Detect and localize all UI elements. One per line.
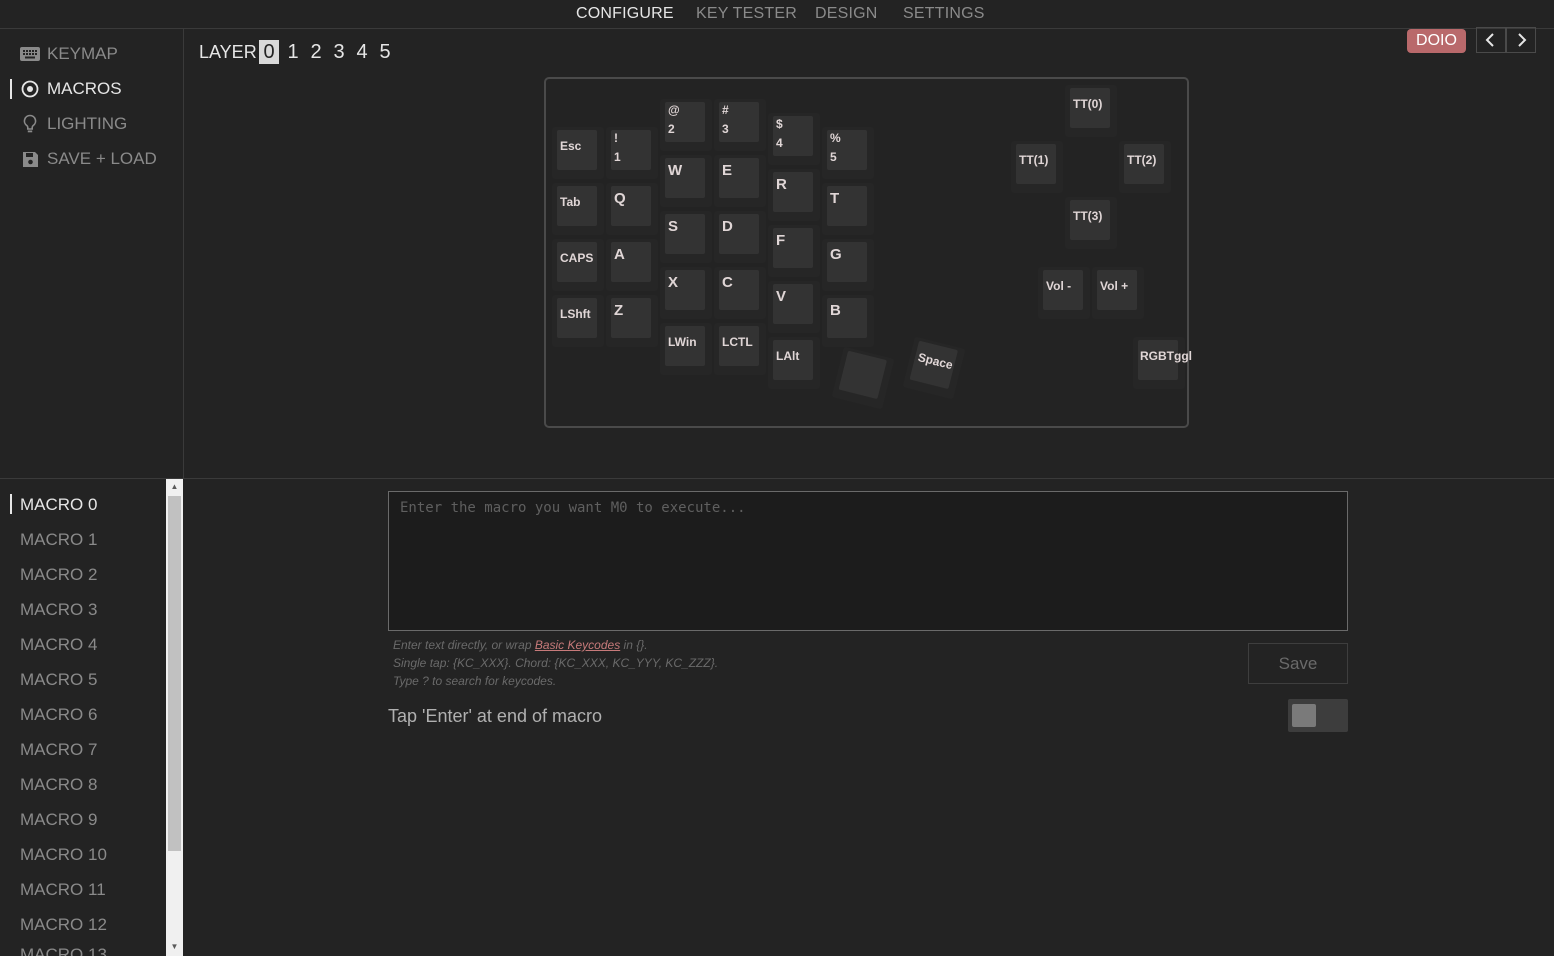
keyboard-icon	[20, 44, 40, 64]
key-5[interactable]: % 5	[822, 127, 874, 179]
save-button[interactable]: Save	[1248, 643, 1348, 684]
key-x[interactable]: X	[660, 267, 712, 319]
key-tt3[interactable]: TT(3)	[1065, 197, 1117, 249]
layer-label: LAYER	[199, 42, 257, 62]
chevron-right-icon	[1515, 31, 1527, 51]
macro-item-0[interactable]: MACRO 0	[20, 495, 97, 515]
layer-1-button[interactable]: 1	[283, 40, 303, 64]
key-z[interactable]: Z	[606, 295, 658, 347]
macro-item-6[interactable]: MACRO 6	[20, 705, 97, 725]
macro-list: MACRO 0 MACRO 1 MACRO 2 MACRO 3 MACRO 4 …	[0, 479, 166, 956]
layer-5-button[interactable]: 5	[375, 40, 395, 64]
tab-settings[interactable]: SETTINGS	[903, 5, 985, 23]
floppy-disk-icon	[20, 149, 40, 169]
key-vol-down[interactable]: Vol -	[1038, 267, 1090, 319]
key-lctl[interactable]: LCTL	[714, 323, 766, 375]
scroll-up-icon[interactable]: ▲	[166, 480, 183, 494]
key-f[interactable]: F	[768, 225, 820, 277]
enter-toggle[interactable]	[1288, 699, 1348, 732]
next-device-button[interactable]	[1506, 27, 1536, 53]
tab-design[interactable]: DESIGN	[815, 5, 878, 23]
top-nav-bar: CONFIGURE KEY TESTER DESIGN SETTINGS	[0, 0, 1554, 29]
record-icon	[20, 79, 40, 99]
key-c[interactable]: C	[714, 267, 766, 319]
sidebar-item-keymap[interactable]: KEYMAP	[20, 42, 118, 66]
key-tt0[interactable]: TT(0)	[1065, 85, 1117, 137]
macro-item-1[interactable]: MACRO 1	[20, 530, 97, 550]
macro-item-3[interactable]: MACRO 3	[20, 600, 97, 620]
sidebar-item-lighting[interactable]: LIGHTING	[20, 112, 127, 136]
layer-2-button[interactable]: 2	[306, 40, 326, 64]
layer-4-button[interactable]: 4	[352, 40, 372, 64]
key-s[interactable]: S	[660, 211, 712, 263]
key-w[interactable]: W	[660, 155, 712, 207]
macro-item-13[interactable]: MACRO 13	[20, 945, 107, 956]
key-caps[interactable]: CAPS	[552, 239, 604, 291]
prev-device-button[interactable]	[1476, 27, 1506, 53]
key-3[interactable]: # 3	[714, 99, 766, 151]
key-e[interactable]: E	[714, 155, 766, 207]
macro-item-2[interactable]: MACRO 2	[20, 565, 97, 585]
enter-toggle-label: Tap 'Enter' at end of macro	[388, 706, 602, 726]
layer-3-button[interactable]: 3	[329, 40, 349, 64]
tab-configure[interactable]: CONFIGURE	[576, 5, 674, 23]
macro-editor-input[interactable]: Enter the macro you want M0 to execute..…	[388, 491, 1348, 631]
sidebar-item-label: SAVE + LOAD	[47, 149, 157, 168]
device-badge: DOIO	[1407, 29, 1466, 53]
layer-0-button[interactable]: 0	[259, 40, 279, 64]
key-g[interactable]: G	[822, 239, 874, 291]
key-t[interactable]: T	[822, 183, 874, 235]
macro-hint-line-1: Enter text directly, or wrap Basic Keyco…	[393, 638, 648, 652]
key-lshift[interactable]: LShft	[552, 295, 604, 347]
key-tab[interactable]: Tab	[552, 183, 604, 235]
key-esc[interactable]: Esc	[552, 127, 604, 179]
active-indicator	[10, 79, 12, 99]
macro-item-5[interactable]: MACRO 5	[20, 670, 97, 690]
macro-item-11[interactable]: MACRO 11	[20, 880, 106, 900]
active-indicator	[10, 494, 12, 514]
sidebar-item-label: KEYMAP	[47, 44, 118, 63]
macro-item-4[interactable]: MACRO 4	[20, 635, 97, 655]
macro-editor-placeholder: Enter the macro you want M0 to execute..…	[400, 500, 746, 516]
key-d[interactable]: D	[714, 211, 766, 263]
key-b[interactable]: B	[822, 295, 874, 347]
macro-list-scrollbar[interactable]: ▲ ▼	[166, 479, 183, 956]
config-sidebar: KEYMAP MACROS LIGHTING SAVE + LOAD	[0, 29, 184, 478]
key-vol-up[interactable]: Vol +	[1092, 267, 1144, 319]
key-1[interactable]: ! 1	[606, 127, 658, 179]
sidebar-item-macros[interactable]: MACROS	[20, 77, 122, 101]
macro-hint-line-3: Type ? to search for keycodes.	[393, 674, 557, 688]
macro-item-8[interactable]: MACRO 8	[20, 775, 97, 795]
lightbulb-icon	[20, 114, 40, 134]
macro-item-12[interactable]: MACRO 12	[20, 915, 107, 935]
key-a[interactable]: A	[606, 239, 658, 291]
sidebar-item-save-load[interactable]: SAVE + LOAD	[20, 147, 157, 171]
key-tt2[interactable]: TT(2)	[1119, 141, 1171, 193]
sidebar-item-label: MACROS	[47, 79, 122, 98]
macro-item-10[interactable]: MACRO 10	[20, 845, 107, 865]
macro-item-9[interactable]: MACRO 9	[20, 810, 97, 830]
key-lalt[interactable]: LAlt	[768, 337, 820, 389]
section-divider	[0, 478, 1554, 479]
key-r[interactable]: R	[768, 169, 820, 221]
tab-key-tester[interactable]: KEY TESTER	[696, 5, 797, 23]
macro-item-7[interactable]: MACRO 7	[20, 740, 97, 760]
basic-keycodes-link[interactable]: Basic Keycodes	[535, 638, 620, 652]
chevron-left-icon	[1485, 31, 1497, 51]
key-2[interactable]: @ 2	[660, 99, 712, 151]
scroll-down-icon[interactable]: ▼	[166, 940, 183, 954]
macro-hint-line-2: Single tap: {KC_XXX}. Chord: {KC_XXX, KC…	[393, 656, 719, 670]
key-lwin[interactable]: LWin	[660, 323, 712, 375]
key-tt1[interactable]: TT(1)	[1011, 141, 1063, 193]
key-v[interactable]: V	[768, 281, 820, 333]
toggle-knob	[1292, 704, 1316, 727]
scrollbar-thumb[interactable]	[168, 496, 181, 851]
key-q[interactable]: Q	[606, 183, 658, 235]
sidebar-item-label: LIGHTING	[47, 114, 128, 133]
key-4[interactable]: $ 4	[768, 113, 820, 165]
key-rgb-toggle[interactable]: RGBTggl	[1133, 337, 1192, 389]
